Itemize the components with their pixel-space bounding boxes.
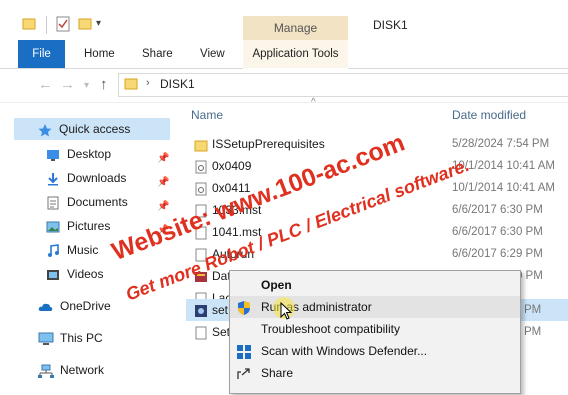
desktop-icon xyxy=(46,147,60,161)
new-folder-icon[interactable] xyxy=(78,16,92,34)
sidebar-item-this-pc[interactable]: This PC xyxy=(0,327,170,349)
forward-arrow-icon[interactable]: → xyxy=(60,76,75,93)
defender-icon xyxy=(236,344,252,360)
setup-icon xyxy=(194,303,208,317)
settings-file-icon xyxy=(194,181,208,196)
document-icon xyxy=(194,325,208,340)
context-menu: Open Run as administrator Troubleshoot c… xyxy=(229,270,521,394)
manage-context-tab[interactable]: Manage xyxy=(243,16,348,40)
sort-ascending-chevron-icon: ^ xyxy=(311,97,316,108)
customize-toolbar-chevron-icon[interactable]: ▾ xyxy=(96,18,101,36)
network-icon xyxy=(38,363,54,378)
breadcrumb-separator-icon: › xyxy=(146,77,150,89)
back-arrow-icon[interactable]: ← xyxy=(38,76,53,93)
window-title: DISK1 xyxy=(373,18,408,32)
star-icon xyxy=(38,122,52,137)
folder-icon xyxy=(124,76,138,93)
menu-item-open[interactable]: Open xyxy=(230,274,520,296)
folder-icon xyxy=(194,137,208,152)
column-header-date-modified[interactable]: Date modified xyxy=(452,108,526,122)
properties-icon[interactable] xyxy=(56,16,70,34)
mouse-pointer-icon xyxy=(280,301,293,323)
tab-application-tools[interactable]: Application Tools xyxy=(243,40,348,69)
menu-item-scan-with-defender[interactable]: Scan with Windows Defender... xyxy=(230,340,520,362)
shield-icon xyxy=(236,300,252,316)
column-header-name[interactable]: Name xyxy=(191,108,223,122)
menu-item-share[interactable]: Share xyxy=(230,362,520,384)
sidebar-item-desktop[interactable]: Desktop 📌 xyxy=(0,143,170,165)
recent-locations-chevron-icon[interactable]: ▾ xyxy=(84,80,89,91)
tab-share[interactable]: Share xyxy=(142,40,173,68)
up-arrow-icon[interactable]: ↑ xyxy=(100,76,108,93)
sidebar-item-quick-access[interactable]: Quick access xyxy=(14,118,170,140)
tab-file[interactable]: File xyxy=(18,40,65,68)
breadcrumb-path[interactable]: DISK1 xyxy=(160,77,195,91)
video-icon xyxy=(46,267,60,281)
sidebar-item-network[interactable]: Network xyxy=(0,359,170,381)
folder-icon[interactable] xyxy=(22,16,36,34)
pictures-icon xyxy=(46,219,60,233)
music-note-icon xyxy=(46,243,60,257)
cloud-icon xyxy=(38,299,53,313)
menu-item-troubleshoot-compatibility[interactable]: Troubleshoot compatibility xyxy=(230,318,520,340)
settings-file-icon xyxy=(194,159,208,174)
tab-home[interactable]: Home xyxy=(84,40,115,68)
computer-icon xyxy=(38,331,54,345)
tab-view[interactable]: View xyxy=(200,40,225,68)
share-icon xyxy=(236,366,252,382)
download-arrow-icon xyxy=(46,171,60,186)
sidebar-item-documents[interactable]: Documents 📌 xyxy=(0,191,170,213)
documents-icon xyxy=(46,195,60,210)
sidebar-item-downloads[interactable]: Downloads 📌 xyxy=(0,167,170,189)
